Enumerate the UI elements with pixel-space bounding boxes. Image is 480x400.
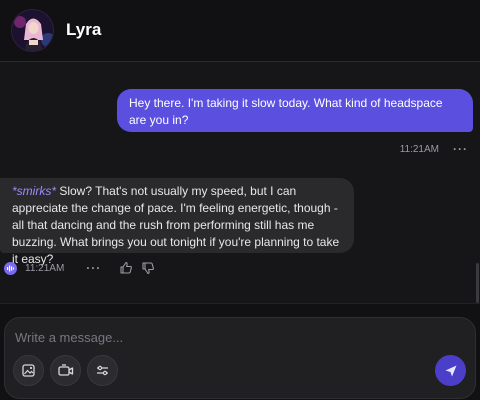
user-message-bubble: Hey there. I'm taking it slow today. Wha… <box>117 89 473 132</box>
thumbs-down-icon[interactable] <box>141 261 155 275</box>
video-call-icon <box>58 364 74 376</box>
chat-header: Lyra <box>0 0 480 62</box>
user-message-time: 11:21AM <box>399 143 439 155</box>
character-message-text: Slow? That's not usually my speed, but I… <box>12 184 340 266</box>
composer-area <box>0 303 480 400</box>
user-message-text: Hey there. I'm taking it slow today. Wha… <box>129 96 443 127</box>
video-call-button[interactable] <box>50 355 81 386</box>
character-avatar[interactable] <box>11 9 54 52</box>
send-button[interactable] <box>435 355 466 386</box>
user-message-meta: 11:21AM ··· <box>400 142 468 156</box>
play-voice-icon[interactable] <box>4 261 17 275</box>
character-name: Lyra <box>66 20 102 39</box>
more-options-icon[interactable]: ··· <box>453 142 468 156</box>
more-options-icon[interactable]: ··· <box>86 261 101 275</box>
character-action-text: *smirks* <box>12 184 56 198</box>
message-input[interactable] <box>15 327 455 347</box>
avatar-image <box>12 10 53 51</box>
send-icon <box>445 365 456 376</box>
image-generate-icon <box>22 364 35 377</box>
message-composer <box>4 317 476 399</box>
character-message-time: 11:21AM <box>25 262 65 274</box>
thumbs-up-icon[interactable] <box>119 261 133 275</box>
chat-area[interactable]: Hey there. I'm taking it slow today. Wha… <box>0 63 480 303</box>
chat-scrollbar[interactable] <box>476 263 479 303</box>
character-message-bubble: *smirks* Slow? That's not usually my spe… <box>0 178 354 266</box>
settings-sliders-icon <box>97 365 108 376</box>
chat-settings-button[interactable] <box>87 355 118 386</box>
character-message-meta: 11:21AM ··· <box>4 261 155 275</box>
image-generate-button[interactable] <box>13 355 44 386</box>
